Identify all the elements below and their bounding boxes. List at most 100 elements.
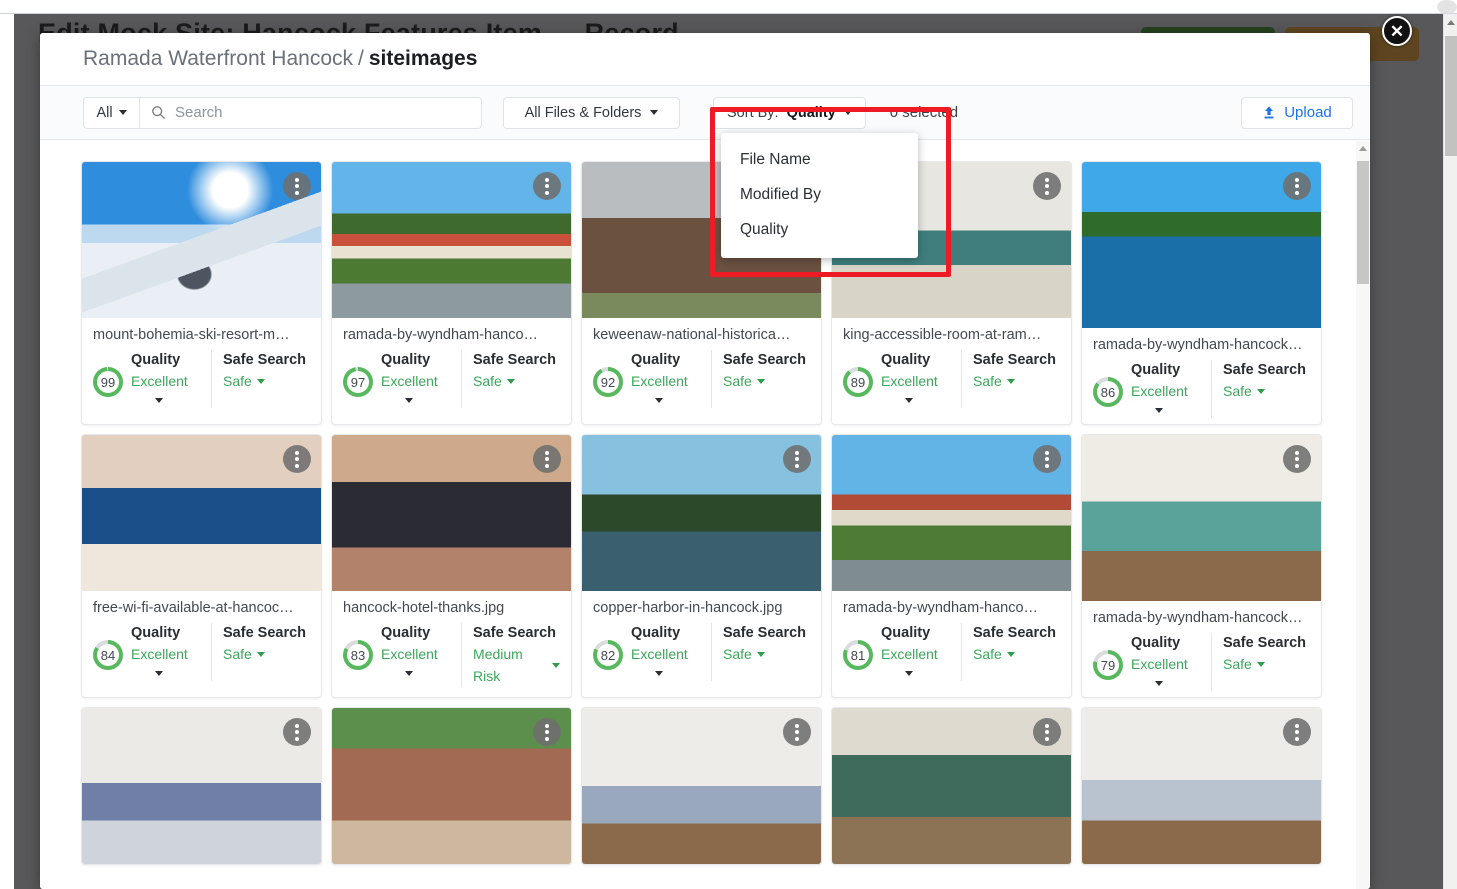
close-button[interactable]: ✕	[1382, 16, 1412, 46]
expand-details-icon[interactable]	[905, 398, 913, 403]
safe-search-dropdown[interactable]: Safe	[223, 370, 310, 392]
file-grid-scroll-area[interactable]: mount-bohemia-ski-resort-m… 99 Quality Exce…	[40, 141, 1370, 889]
kebab-menu-icon[interactable]	[533, 445, 561, 473]
file-thumbnail[interactable]	[82, 708, 321, 864]
file-card[interactable]: mount-bohemia-ski-resort-m… 99 Quality Exce…	[81, 161, 322, 425]
quality-header: Quality	[881, 625, 931, 641]
file-thumbnail[interactable]	[82, 162, 321, 318]
file-card[interactable]: ramada-by-wyndham-hanco… 81 Quality Excelle…	[831, 434, 1072, 698]
file-thumbnail[interactable]	[82, 435, 321, 591]
expand-details-icon[interactable]	[1155, 681, 1163, 686]
expand-details-icon[interactable]	[655, 671, 663, 676]
file-meta: ramada-by-wyndham-hanco… 81 Quality Excelle…	[832, 591, 1071, 687]
safe-search-dropdown[interactable]: Safe	[723, 643, 810, 665]
safe-search-dropdown[interactable]: Safe	[473, 370, 560, 392]
kebab-menu-icon[interactable]	[1283, 172, 1311, 200]
page-scrollbar[interactable]	[1443, 14, 1457, 889]
file-grid-scrollbar[interactable]	[1356, 141, 1370, 889]
quality-score-ring: 83	[343, 640, 373, 670]
file-card[interactable]: ramada-by-wyndham-hancock… 79 Quality Excel…	[1081, 434, 1322, 698]
kebab-menu-icon[interactable]	[1283, 718, 1311, 746]
quality-score-value: 97	[350, 374, 366, 390]
safe-search-dropdown[interactable]: Safe	[973, 643, 1060, 665]
file-card[interactable]	[581, 707, 822, 865]
expand-details-icon[interactable]	[655, 398, 663, 403]
sort-by-dropdown[interactable]: Sort By: Quality	[713, 96, 866, 129]
upload-button[interactable]: Upload	[1241, 96, 1353, 129]
safe-search-column: Safe Search Medium Risk	[461, 623, 560, 687]
expand-details-icon[interactable]	[1155, 408, 1163, 413]
file-thumbnail[interactable]	[582, 435, 821, 591]
sort-menu-item-file-name[interactable]: File Name	[721, 142, 918, 177]
file-thumbnail[interactable]	[832, 708, 1071, 864]
kebab-menu-icon[interactable]	[1033, 718, 1061, 746]
browser-top-strip	[0, 0, 1457, 14]
file-thumbnail[interactable]	[582, 708, 821, 864]
expand-details-icon[interactable]	[155, 398, 163, 403]
file-card[interactable]	[831, 707, 1072, 865]
file-card[interactable]: hancock-hotel-thanks.jpg 83 Quality Excelle…	[331, 434, 572, 698]
filter-type-dropdown[interactable]: All	[83, 96, 140, 129]
quality-ring-wrap: 92	[593, 350, 629, 397]
kebab-menu-icon[interactable]	[533, 172, 561, 200]
safe-search-dropdown[interactable]: Safe	[223, 643, 310, 665]
file-card[interactable]: copper-harbor-in-hancock.jpg 82 Quality Exc…	[581, 434, 822, 698]
file-name: ramada-by-wyndham-hanco…	[843, 600, 1039, 616]
quality-label: Excellent	[131, 646, 188, 662]
file-card[interactable]: free-wi-fi-available-at-hancoc… 84 Quality…	[81, 434, 322, 698]
search-input[interactable]: Search	[140, 96, 482, 129]
sort-menu-item-quality[interactable]: Quality	[721, 212, 918, 247]
sort-by-label: Sort By:	[727, 104, 779, 121]
safe-search-dropdown[interactable]: Safe	[973, 370, 1060, 392]
file-thumbnail[interactable]	[1082, 708, 1321, 864]
kebab-menu-icon[interactable]	[283, 172, 311, 200]
sort-menu-item-modified-by[interactable]: Modified By	[721, 177, 918, 212]
file-card[interactable]: ramada-by-wyndham-hancock… 86 Quality Excel…	[1081, 161, 1322, 425]
file-thumbnail[interactable]	[832, 435, 1071, 591]
quality-header: Quality	[1131, 635, 1181, 651]
safe-search-dropdown[interactable]: Safe	[1223, 380, 1310, 402]
kebab-menu-icon[interactable]	[1283, 445, 1311, 473]
file-thumbnail[interactable]	[1082, 435, 1321, 601]
file-card[interactable]	[1081, 707, 1322, 865]
file-card[interactable]: ramada-by-wyndham-hanco… 97 Quality Excelle…	[331, 161, 572, 425]
kebab-menu-icon[interactable]	[283, 445, 311, 473]
breadcrumb-root[interactable]: Ramada Waterfront Hancock	[83, 47, 353, 71]
expand-details-icon[interactable]	[405, 398, 413, 403]
file-thumbnail[interactable]	[332, 708, 571, 864]
kebab-menu-icon[interactable]	[1033, 445, 1061, 473]
file-meta: copper-harbor-in-hancock.jpg 82 Quality Exc…	[582, 591, 821, 687]
expand-details-icon[interactable]	[905, 671, 913, 676]
safe-search-dropdown[interactable]: Safe	[723, 370, 810, 392]
quality-score-ring: 84	[93, 640, 123, 670]
page-scrollbar-thumb[interactable]	[1445, 36, 1457, 156]
safe-search-dropdown[interactable]: Medium Risk	[473, 643, 560, 687]
scroll-up-arrow-icon[interactable]	[1447, 20, 1455, 25]
kebab-menu-icon[interactable]	[783, 718, 811, 746]
chevron-down-icon	[552, 662, 560, 668]
safe-search-column: Safe Search Safe	[961, 623, 1060, 681]
quality-header: Quality	[381, 352, 431, 368]
file-card[interactable]	[81, 707, 322, 865]
file-name: ramada-by-wyndham-hancock…	[1093, 337, 1303, 353]
scroll-up-arrow-icon[interactable]	[1359, 146, 1367, 151]
kebab-menu-icon[interactable]	[783, 445, 811, 473]
file-grid-scrollbar-thumb[interactable]	[1357, 161, 1369, 284]
file-thumbnail[interactable]	[1082, 162, 1321, 328]
files-folders-dropdown[interactable]: All Files & Folders	[503, 96, 680, 129]
file-card[interactable]	[331, 707, 572, 865]
file-thumbnail[interactable]	[332, 435, 571, 591]
quality-column: Quality Excellent	[879, 350, 961, 403]
kebab-menu-icon[interactable]	[1033, 172, 1061, 200]
kebab-menu-icon[interactable]	[533, 718, 561, 746]
file-thumbnail[interactable]	[332, 162, 571, 318]
file-scores: 99 Quality Excellent Safe Search Safe	[93, 350, 310, 408]
safe-search-column: Safe Search Safe	[1211, 633, 1310, 691]
quality-score-value: 82	[600, 647, 616, 663]
quality-label: Excellent	[881, 373, 938, 389]
kebab-menu-icon[interactable]	[283, 718, 311, 746]
safe-search-dropdown[interactable]: Safe	[1223, 653, 1310, 675]
expand-details-icon[interactable]	[155, 671, 163, 676]
expand-details-icon[interactable]	[405, 671, 413, 676]
quality-ring-wrap: 86	[1093, 360, 1129, 407]
